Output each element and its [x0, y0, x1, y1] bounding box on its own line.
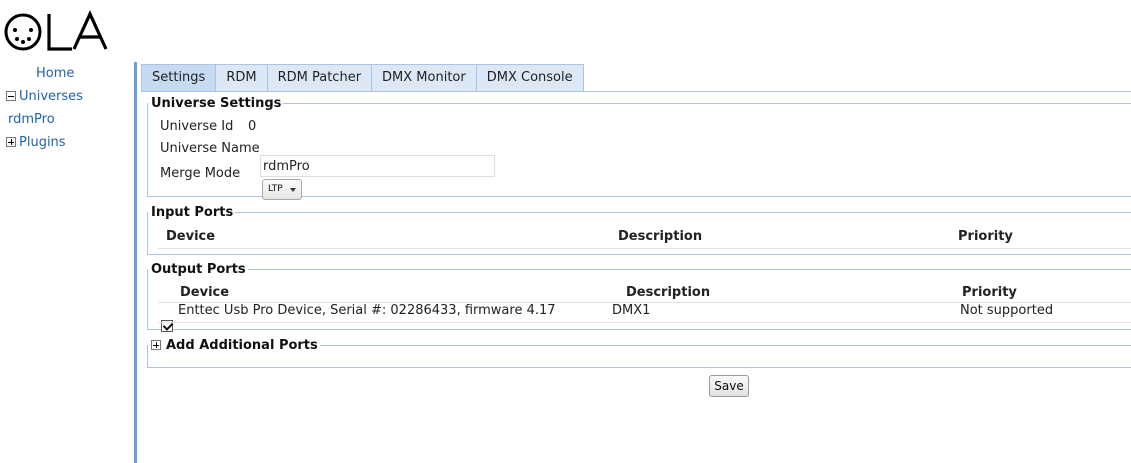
merge-mode-label: Merge Mode	[160, 166, 241, 181]
output-description-header: Description	[626, 285, 711, 300]
input-ports-legend: Input Ports	[151, 205, 234, 220]
ola-logo	[2, 8, 122, 60]
add-ports-label: Add Additional Ports	[166, 338, 318, 353]
collapse-icon[interactable]	[6, 91, 16, 101]
output-priority-header: Priority	[962, 285, 1017, 300]
tab-dmx-console[interactable]: DMX Console	[475, 64, 584, 92]
universe-id-value: 0	[248, 119, 257, 134]
output-ports-section: Output Ports Device Description Priority…	[147, 262, 1131, 332]
tab-rdm[interactable]: RDM	[215, 64, 267, 92]
row-divider	[158, 322, 1131, 323]
universe-settings-legend: Universe Settings	[151, 96, 282, 111]
nav-universes-item[interactable]: Universes	[0, 85, 130, 108]
output-priority-cell: Not supported	[960, 303, 1054, 318]
tab-divider	[141, 91, 1131, 92]
dropdown-caret-icon	[290, 188, 296, 192]
tab-rdm-patcher[interactable]: RDM Patcher	[266, 64, 372, 92]
input-description-header: Description	[618, 229, 703, 244]
output-device-header: Device	[180, 285, 230, 300]
input-ports-section: Input Ports Device Description Priority	[147, 205, 1131, 255]
add-ports-section: Add Additional Ports	[147, 338, 1131, 368]
expand-icon[interactable]	[6, 137, 16, 147]
merge-mode-value: LTP	[268, 184, 283, 194]
nav-plugins-item[interactable]: Plugins	[0, 131, 130, 154]
nav-universe-rdmpro-link[interactable]: rdmPro	[0, 108, 130, 131]
tab-dmx-monitor[interactable]: DMX Monitor	[371, 64, 476, 92]
expand-icon[interactable]	[151, 340, 161, 350]
nav-home-link[interactable]: Home	[0, 62, 130, 85]
universe-name-label: Universe Name	[160, 141, 260, 156]
universe-settings-section: Universe Settings Universe Id 0 Universe…	[147, 96, 1131, 200]
tab-bar: Settings RDM RDM Patcher DMX Monitor DMX…	[141, 64, 584, 92]
header-divider	[158, 248, 1131, 249]
input-device-header: Device	[166, 229, 216, 244]
universe-id-label: Universe Id	[160, 119, 234, 134]
output-ports-legend: Output Ports	[151, 262, 246, 277]
nav-universes-label: Universes	[19, 89, 83, 104]
nav-plugins-label: Plugins	[19, 135, 66, 150]
save-button[interactable]: Save	[709, 375, 749, 397]
output-device-cell: Enttec Usb Pro Device, Serial #: 0228643…	[178, 303, 556, 318]
sidebar-nav: Home Universes rdmPro Plugins	[0, 62, 130, 154]
add-ports-legend[interactable]: Add Additional Ports	[148, 338, 320, 353]
output-description-cell: DMX1	[612, 303, 651, 318]
merge-mode-select[interactable]: LTP	[262, 179, 302, 200]
universe-id-row: Universe Id 0	[160, 119, 256, 134]
universe-name-input[interactable]	[260, 155, 495, 177]
input-priority-header: Priority	[958, 229, 1013, 244]
tab-settings[interactable]: Settings	[141, 64, 216, 92]
universe-panel: Settings RDM RDM Patcher DMX Monitor DMX…	[134, 62, 1131, 463]
